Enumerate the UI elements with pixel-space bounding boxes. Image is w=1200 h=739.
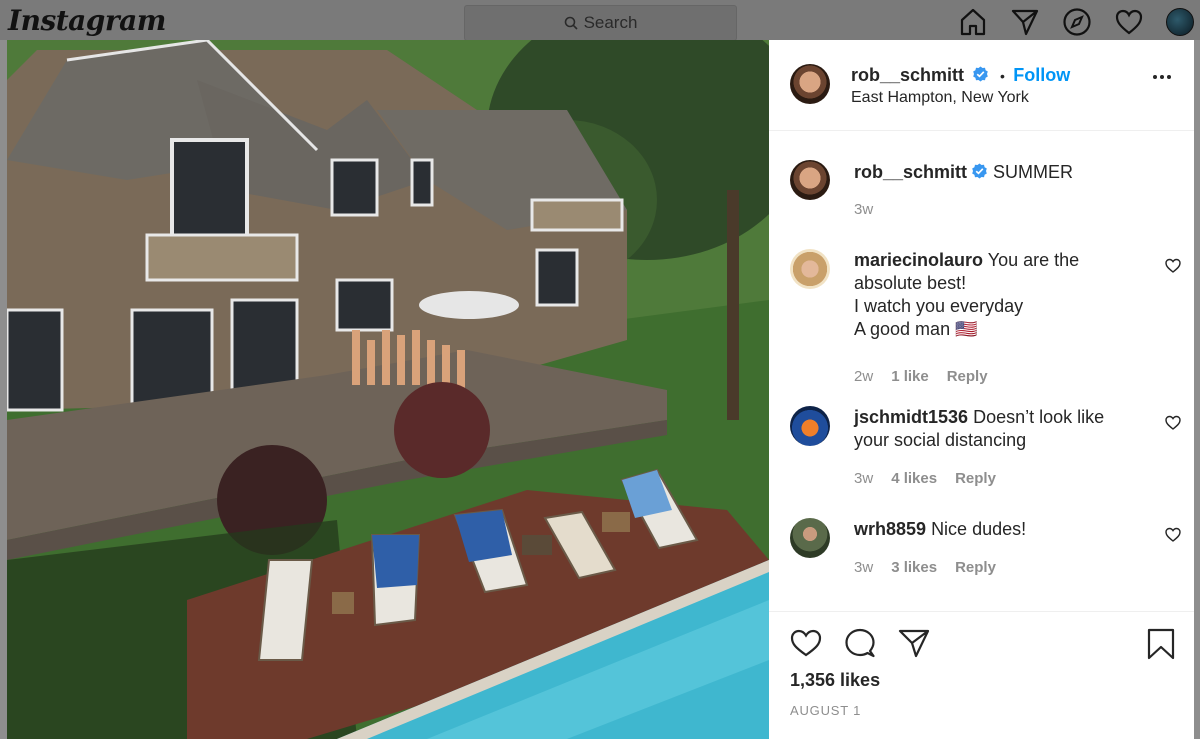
search-icon (564, 16, 578, 30)
post-header: rob__schmitt • Follow East Hampton, New … (769, 40, 1194, 131)
separator-dot: • (999, 68, 1005, 84)
comment-text: mariecinolauro You are the absolute best… (854, 249, 1154, 341)
save-bookmark-icon[interactable] (1147, 628, 1175, 660)
comment-bubble-icon[interactable] (844, 628, 876, 658)
action-icons (790, 628, 930, 658)
comment-likes[interactable]: 1 like (891, 368, 929, 385)
comment-likes[interactable]: 4 likes (891, 470, 937, 487)
comment-username[interactable]: wrh8859 (854, 519, 926, 539)
follow-button[interactable]: Follow (1013, 65, 1070, 85)
activity-heart-icon[interactable] (1114, 7, 1144, 37)
comment-likes[interactable]: 3 likes (891, 559, 937, 576)
caption-body: SUMMER (993, 162, 1074, 182)
post-date[interactable]: AUGUST 1 (790, 703, 861, 718)
like-count[interactable]: 1,356 likes (790, 670, 880, 691)
comments-list[interactable]: rob__schmitt SUMMER 3w mariecinolauro Yo… (769, 131, 1194, 611)
comment-meta: 2w 1 like Reply (854, 368, 988, 385)
comment-text: wrh8859 Nice dudes! (854, 518, 1154, 541)
caption-username[interactable]: rob__schmitt (854, 162, 967, 182)
commenter-avatar[interactable] (790, 249, 830, 289)
home-icon[interactable] (958, 7, 988, 37)
reply-button[interactable]: Reply (947, 368, 988, 385)
post-location[interactable]: East Hampton, New York (851, 89, 1029, 107)
post-details-panel: rob__schmitt • Follow East Hampton, New … (769, 40, 1194, 739)
verified-badge-icon (973, 66, 989, 82)
caption-avatar[interactable] (790, 160, 830, 200)
reply-button[interactable]: Reply (955, 470, 996, 487)
more-options-icon[interactable] (1152, 74, 1172, 80)
comment-line: You are the (987, 250, 1080, 270)
search-input[interactable]: Search (464, 5, 737, 41)
post-photo[interactable] (7, 40, 769, 739)
aerial-house-pool-image (7, 40, 769, 739)
instagram-logo[interactable]: Instagram (8, 4, 166, 37)
commenter-avatar[interactable] (790, 406, 830, 446)
comment-meta: 3w 4 likes Reply (854, 470, 996, 487)
like-heart-icon[interactable] (790, 628, 822, 658)
share-direct-icon[interactable] (898, 628, 930, 658)
verified-badge-icon (972, 163, 987, 179)
author-avatar[interactable] (790, 64, 830, 104)
reply-button[interactable]: Reply (955, 559, 996, 576)
commenter-avatar[interactable] (790, 518, 830, 558)
comment-age: 3w (854, 470, 874, 487)
top-navigation: Instagram Search (0, 0, 1200, 41)
explore-icon[interactable] (1062, 7, 1092, 37)
comment-line: Doesn’t look like (973, 407, 1105, 427)
search-placeholder: Search (583, 13, 638, 32)
caption-text: rob__schmitt SUMMER (854, 161, 1174, 184)
author-username[interactable]: rob__schmitt (851, 65, 964, 85)
comment-line: absolute best! (854, 273, 967, 293)
comment-line: A good man 🇺🇸 (854, 319, 978, 339)
comment-text: jschmidt1536 Doesn’t look like your soci… (854, 406, 1154, 452)
comment-line: I watch you everyday (854, 296, 1024, 316)
nav-icons (958, 7, 1194, 37)
comment-meta: 3w 3 likes Reply (854, 559, 996, 576)
comment-username[interactable]: mariecinolauro (854, 250, 983, 270)
like-comment-heart-icon[interactable] (1165, 258, 1181, 273)
comment-age: 3w (854, 559, 874, 576)
comment-age: 2w (854, 368, 874, 385)
like-comment-heart-icon[interactable] (1165, 527, 1181, 542)
post-actions: 1,356 likes AUGUST 1 (769, 611, 1194, 739)
comment-username[interactable]: jschmidt1536 (854, 407, 968, 427)
caption-meta: 3w (854, 201, 873, 218)
like-comment-heart-icon[interactable] (1165, 415, 1181, 430)
profile-avatar[interactable] (1166, 8, 1194, 36)
comment-line: your social distancing (854, 430, 1027, 450)
direct-icon[interactable] (1010, 7, 1040, 37)
caption-age: 3w (854, 201, 874, 218)
comment-line: Nice dudes! (931, 519, 1027, 539)
